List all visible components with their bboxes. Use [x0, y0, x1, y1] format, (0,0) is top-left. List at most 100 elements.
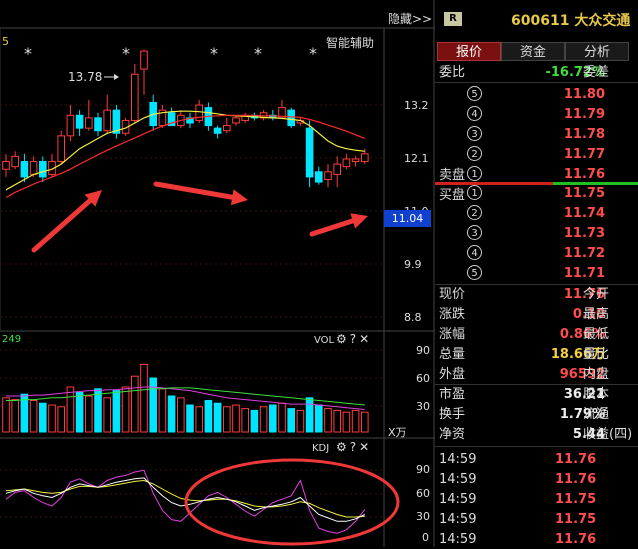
kdj-controls[interactable]: ⚙?✕: [336, 440, 372, 454]
stock-name: 大众交通: [574, 13, 631, 29]
tab-funds[interactable]: 资金: [501, 42, 565, 61]
stat-row: 净资 5.44 收益(四): [435, 425, 638, 444]
stat-label-right: 最高: [583, 307, 610, 322]
candle-up: [66, 114, 75, 137]
stat-label: 换手: [439, 407, 466, 422]
volume-title: VOL: [314, 335, 335, 346]
candle-up: [351, 158, 360, 163]
candle-down: [75, 114, 84, 129]
hide-panel-button[interactable]: 隐藏>>: [388, 10, 432, 27]
kdj-tick-3: 30: [416, 510, 430, 523]
vol-unit: X万: [388, 426, 407, 439]
volume-bars: [2, 364, 369, 433]
volume-bar: [342, 411, 351, 433]
buy-level-row[interactable]: 2 11.74: [435, 204, 638, 223]
price-tick-1: 13.2: [404, 99, 429, 112]
kline-chart[interactable]: [0, 0, 435, 547]
level-number: 3: [467, 225, 482, 240]
candle-up: [232, 117, 240, 124]
level-number: 5: [467, 86, 482, 101]
volume-bar: [195, 406, 203, 433]
volume-bar: [324, 408, 332, 433]
candle-down: [94, 117, 102, 132]
volume-bar: [167, 395, 176, 433]
candle-down: [315, 171, 323, 183]
buy-level-row[interactable]: 1 11.75: [435, 184, 638, 203]
candle-up: [361, 153, 369, 163]
candle-up: [85, 117, 93, 129]
tick-row: 14:59 11.75: [435, 490, 638, 509]
volume-controls[interactable]: ⚙?✕: [336, 332, 372, 346]
volume-bar: [361, 411, 369, 433]
candle-up: [223, 125, 231, 132]
candle-up: [324, 171, 332, 181]
stat-label-right: 今开: [583, 287, 610, 302]
help-icon[interactable]: ?: [350, 440, 359, 454]
volume-bar: [241, 408, 249, 433]
sell-level-row[interactable]: 4 11.79: [435, 105, 638, 124]
level-number: 2: [467, 146, 482, 161]
signal-star-2: *: [122, 44, 130, 63]
gear-icon[interactable]: ⚙: [336, 332, 350, 346]
weibi-label: 委比: [439, 65, 466, 80]
volume-bar: [85, 395, 93, 433]
annotation-arrow-head: [230, 189, 248, 206]
volume-bar: [315, 404, 323, 433]
sell-level-row[interactable]: 2 11.77: [435, 145, 638, 164]
buy-price: 11.74: [563, 206, 605, 221]
tick-row: 14:59 11.76: [435, 530, 638, 549]
candle-up: [57, 135, 66, 163]
candle-up: [342, 158, 351, 168]
stat-label: 现价: [439, 287, 466, 302]
stat-label: 外盘: [439, 367, 466, 382]
close-icon[interactable]: ✕: [359, 440, 372, 454]
volume-bar: [296, 409, 305, 433]
volume-bar: [94, 388, 102, 433]
kdj-tick-2: 60: [416, 487, 430, 500]
level-number: 4: [467, 245, 482, 260]
level-number: 1: [467, 166, 482, 181]
kdj-title: KDJ: [312, 443, 330, 454]
tick-row: 14:59 11.76: [435, 450, 638, 469]
quote-panel: R 600611 大众交通 报价 资金 分析 委比 -16.72% 委差 5 11…: [435, 0, 638, 547]
help-icon[interactable]: ?: [350, 332, 359, 346]
volume-bar: [186, 404, 194, 433]
annotation-overlay: [31, 74, 400, 546]
signal-star-5: *: [309, 44, 317, 63]
stock-header: R 600611 大众交通: [435, 8, 638, 32]
buy-level-row[interactable]: 3 11.73: [435, 224, 638, 243]
kdj-tick-4: 0: [422, 531, 429, 544]
smart-assist-label[interactable]: 智能辅助: [326, 34, 374, 51]
volume-bar: [121, 386, 130, 433]
buy-price: 11.75: [563, 186, 605, 201]
tab-analysis[interactable]: 分析: [565, 42, 629, 61]
annotation-arrow-shaft: [31, 198, 93, 253]
stat-label-right: 股本: [583, 387, 610, 402]
volume-bar: [158, 388, 167, 433]
tick-time: 14:59: [439, 472, 477, 487]
buy-level-row[interactable]: 4 11.72: [435, 244, 638, 263]
sell-level-row[interactable]: 3 11.78: [435, 125, 638, 144]
annotation-arrow-shaft: [309, 218, 356, 237]
annotation-arrow-head: [350, 213, 368, 229]
high-arrow-head: [114, 74, 119, 80]
volume-bar: [66, 386, 75, 433]
volume-bar: [232, 404, 240, 433]
tab-quote[interactable]: 报价: [437, 42, 501, 61]
gear-icon[interactable]: ⚙: [336, 440, 350, 454]
panel-tabs: 报价 资金 分析: [435, 42, 638, 62]
volume-bar: [57, 406, 66, 433]
volume-bar: [305, 397, 314, 433]
buy-level-row[interactable]: 5 11.71: [435, 264, 638, 283]
tick-time: 14:59: [439, 532, 477, 547]
r-badge: R: [444, 12, 462, 26]
sell-level-row[interactable]: 5 11.80: [435, 85, 638, 104]
vol-tick-2: 60: [416, 372, 430, 385]
kdj-tick-1: 90: [416, 463, 430, 476]
volume-bar: [269, 404, 277, 433]
close-icon[interactable]: ✕: [359, 332, 372, 346]
volume-bar: [223, 406, 231, 433]
candle-up: [103, 109, 112, 132]
candle-down: [305, 127, 314, 178]
highlight-ellipse: [184, 458, 400, 546]
